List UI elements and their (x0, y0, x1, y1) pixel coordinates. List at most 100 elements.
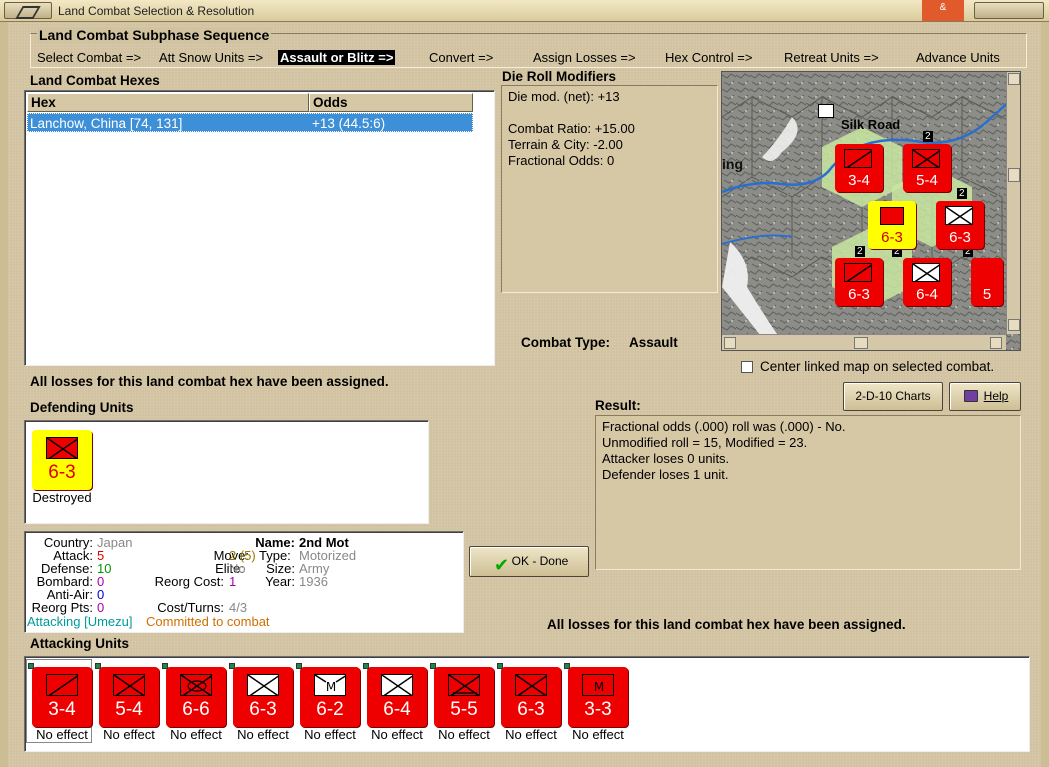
map-unit-counter[interactable]: 6-3 (936, 201, 984, 249)
center-map-checkbox[interactable] (741, 361, 753, 373)
hq-icon (818, 104, 834, 118)
modifier-line: Combat Ratio: +15.00 (508, 121, 635, 136)
defending-unit-status: Destroyed (32, 490, 92, 505)
attacking-unit-counter[interactable]: 5-5 (430, 663, 494, 727)
infantry-icon (381, 674, 413, 696)
scroll-left-icon[interactable] (724, 337, 736, 349)
attacking-unit-status: No effect (572, 727, 624, 742)
modifier-line: Terrain & City: -2.00 (508, 137, 623, 152)
step-hex-control: Hex Control => (665, 50, 753, 65)
armor-icon (844, 149, 872, 168)
close-button[interactable]: & (922, 0, 964, 21)
step-assault-blitz: Assault or Blitz => (278, 50, 396, 65)
attacking-unit-counter[interactable]: 3-4 (28, 663, 92, 727)
armor-icon (844, 263, 872, 282)
charts-button[interactable]: 2-D-10 Charts (843, 382, 943, 411)
combat-type-label: Combat Type: (521, 335, 611, 350)
defending-unit-counter[interactable]: 6-3 (32, 430, 92, 490)
result-line: Attacker loses 0 units. (602, 451, 730, 466)
modifier-line: Fractional Odds: 0 (508, 153, 615, 168)
table-row[interactable]: Lanchow, China [74, 131] +13 (44.5:6) (27, 113, 473, 132)
defending-title: Defending Units (30, 400, 134, 415)
infantry-icon (912, 149, 940, 168)
attacking-unit-counter[interactable]: M 6-2 (296, 663, 360, 727)
linked-map[interactable]: Silk Road ing 2 2 2 2 2 3-4 5-4 6-3 6-3 … (721, 71, 1021, 351)
map-selected-counter[interactable]: 6-3 (868, 201, 916, 249)
attacking-unit-status: No effect (36, 727, 88, 742)
step-retreat-units: Retreat Units => (784, 50, 879, 65)
help-button[interactable]: Help (949, 382, 1021, 411)
hexes-title: Land Combat Hexes (30, 73, 160, 88)
scroll-thumb[interactable] (854, 337, 868, 349)
unit-reorg-cost: 1 (229, 574, 237, 589)
ok-done-button[interactable]: ✔ OK - Done (469, 546, 589, 577)
unit-year: 1936 (299, 574, 328, 589)
map-unit-counter[interactable]: 6-4 (903, 258, 951, 306)
combat-type-value: Assault (629, 335, 678, 350)
svg-text:M: M (326, 680, 336, 694)
attacking-unit-status: No effect (170, 727, 222, 742)
attacking-unit-status: No effect (371, 727, 423, 742)
infantry-icon (515, 674, 547, 696)
attacking-unit-counter[interactable]: 6-3 (229, 663, 293, 727)
losses-message: All losses for this land combat hex have… (30, 374, 389, 389)
attacking-unit-status: No effect (304, 727, 356, 742)
step-convert: Convert => (429, 50, 494, 65)
infantry-icon (46, 437, 78, 459)
step-advance-units: Advance Units (916, 50, 1000, 65)
odds-cell: +13 (44.5:6) (312, 116, 386, 131)
paratrooper-icon (448, 674, 480, 696)
step-assign-losses: Assign Losses => (533, 50, 636, 65)
attacking-unit-status: No effect (103, 727, 155, 742)
modifiers-title: Die Roll Modifiers (502, 69, 617, 84)
scroll-down-icon[interactable] (1008, 319, 1020, 331)
step-select-combat: Select Combat => (37, 50, 142, 65)
attacking-unit-status: No effect (505, 727, 557, 742)
subphase-title: Land Combat Subphase Sequence (37, 27, 272, 43)
book-icon (964, 390, 978, 402)
window-controls[interactable] (974, 2, 1044, 19)
title-bar: Land Combat Selection & Resolution & (0, 0, 1049, 22)
odds-column-header[interactable]: Odds (309, 93, 473, 112)
svg-text:M: M (594, 680, 604, 694)
hexes-list[interactable]: Hex Odds Lanchow, China [74, 131] +13 (4… (24, 90, 495, 366)
modifiers-panel: Die mod. (net): +13 Combat Ratio: +15.00… (501, 85, 718, 293)
map-vertical-scrollbar[interactable] (1006, 72, 1020, 334)
map-unit-counter[interactable]: 6-3 (835, 258, 883, 306)
attacking-unit-counter[interactable]: 5-4 (95, 663, 159, 727)
mountain-icon: M (582, 674, 614, 696)
result-line: Unmodified roll = 15, Modified = 23. (602, 435, 808, 450)
result-line: Fractional odds (.000) roll was (.000) -… (602, 419, 846, 434)
attacking-units-panel: 3-4 No effect 5-4 No effect 6-6 No effec… (24, 656, 1030, 752)
step-att-snow-units: Att Snow Units => (159, 50, 264, 65)
armor-icon (180, 674, 212, 696)
stack-count: 2 (855, 246, 865, 257)
defending-units-panel: 6-3 Destroyed (24, 420, 429, 524)
scroll-thumb[interactable] (1008, 168, 1020, 182)
unit-committed-status: Committed to combat (146, 614, 270, 629)
scroll-right-icon[interactable] (990, 337, 1002, 349)
attacking-unit-counter[interactable]: 6-4 (363, 663, 427, 727)
hex-cell: Lanchow, China [74, 131] (30, 116, 183, 131)
result-panel: Fractional odds (.000) roll was (.000) -… (595, 415, 1021, 570)
losses-message-bottom: All losses for this land combat hex have… (547, 617, 906, 632)
attacking-unit-counter[interactable]: 6-3 (497, 663, 561, 727)
infantry-icon (945, 206, 973, 225)
checkmark-icon: ✔ (494, 555, 510, 575)
map-unit-counter[interactable]: 5 (971, 258, 1003, 306)
attacking-unit-counter[interactable]: 6-6 (162, 663, 226, 727)
hex-column-header[interactable]: Hex (27, 93, 309, 112)
window-title: Land Combat Selection & Resolution (58, 4, 255, 18)
infantry-icon (912, 263, 940, 282)
scroll-up-icon[interactable] (1008, 73, 1020, 85)
attacking-title: Attacking Units (30, 636, 130, 651)
armor-icon (46, 674, 78, 696)
map-horizontal-scrollbar[interactable] (722, 334, 1006, 350)
map-unit-counter[interactable]: 5-4 (903, 144, 951, 192)
system-menu-button[interactable] (4, 2, 52, 19)
result-title: Result: (595, 398, 641, 413)
map-unit-counter[interactable]: 3-4 (835, 144, 883, 192)
mechanized-icon: M (314, 674, 346, 696)
attacking-unit-counter[interactable]: M 3-3 (564, 663, 628, 727)
unit-info-panel: Country: Japan Attack: 5 Defense: 10 Bom… (24, 531, 464, 633)
